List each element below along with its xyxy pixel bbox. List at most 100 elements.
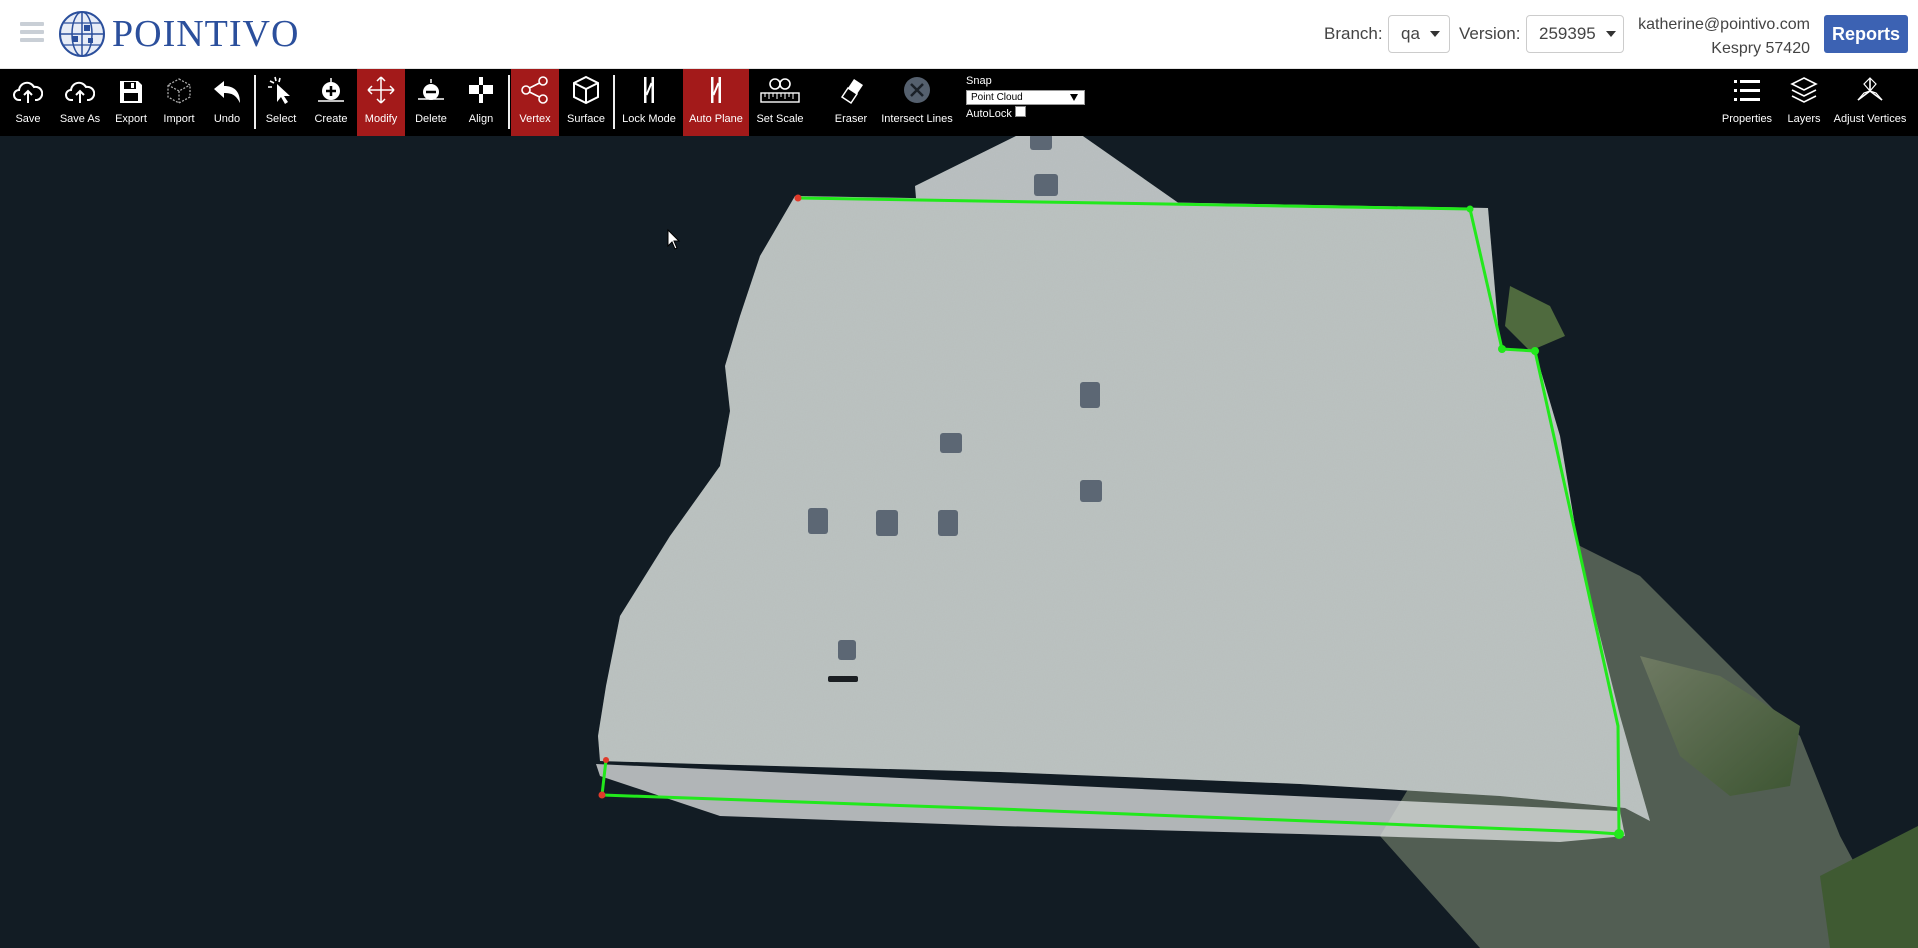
undo-button[interactable]: Undo <box>208 69 246 136</box>
version-select[interactable]: 259395 <box>1526 15 1624 53</box>
undo-label: Undo <box>213 113 241 125</box>
modify-button[interactable]: Modify <box>357 69 405 136</box>
properties-button[interactable]: Properties <box>1720 69 1774 136</box>
point-cloud-canvas[interactable] <box>0 136 1918 948</box>
surface-label: Surface <box>567 113 605 125</box>
import-button[interactable]: Import <box>160 69 198 136</box>
delete-label: Delete <box>415 113 447 125</box>
user-email: katherine@pointivo.com <box>1638 16 1810 33</box>
save-button[interactable]: Save <box>8 69 48 136</box>
version-label: Version: <box>1459 24 1521 43</box>
remove-circle-icon <box>418 79 444 100</box>
auto-plane-icon <box>711 77 721 103</box>
intersect-circle-icon <box>904 77 930 103</box>
adjust-vertices-icon <box>1857 77 1883 101</box>
list-icon[interactable] <box>20 22 44 44</box>
snap-value: Point Cloud <box>971 92 1023 103</box>
lock-mode-button[interactable]: Lock Mode <box>619 69 679 136</box>
reports-button[interactable]: Reports <box>1824 15 1908 53</box>
vertex-button[interactable]: Vertex <box>511 69 559 136</box>
modify-label: Modify <box>364 113 398 125</box>
cube-icon <box>573 75 599 105</box>
save-as-button[interactable]: Save As <box>58 69 102 136</box>
adjust-vertices-label: Adjust Vertices <box>1833 113 1907 125</box>
cursor-pointer-icon <box>268 76 290 104</box>
pointivo-logo[interactable]: POINTIVO <box>58 10 299 58</box>
adjust-vertices-button[interactable]: Adjust Vertices <box>1832 69 1908 136</box>
export-button[interactable]: Export <box>112 69 150 136</box>
surface-button[interactable]: Surface <box>564 69 608 136</box>
globe-icon <box>59 11 105 57</box>
intersect-lines-label: Intersect Lines <box>881 113 953 125</box>
select-label: Select <box>265 113 297 125</box>
layers-button[interactable]: Layers <box>1784 69 1824 136</box>
snap-select[interactable]: Point Cloud <box>966 90 1085 105</box>
vertex-handle[interactable] <box>1614 829 1624 839</box>
vertex-handle[interactable] <box>1466 205 1474 213</box>
chevron-down-icon <box>1429 31 1440 37</box>
move-arrows-icon <box>367 76 395 104</box>
vegetation <box>1505 286 1565 351</box>
vertex-handle[interactable] <box>794 194 802 202</box>
align-icon <box>469 77 493 103</box>
select-button[interactable]: Select <box>262 69 300 136</box>
vertex-handle[interactable] <box>1498 345 1506 353</box>
properties-label: Properties <box>1721 113 1773 125</box>
auto-plane-button[interactable]: Auto Plane <box>683 69 749 136</box>
cloud-upload-icon <box>65 81 95 103</box>
vertex-handle[interactable] <box>1531 347 1539 355</box>
list-icon <box>1734 80 1760 101</box>
vertex-share-icon <box>521 76 548 104</box>
mouse-cursor-icon <box>667 228 681 250</box>
ruler-chain-icon <box>760 78 800 103</box>
branch-select[interactable]: qa <box>1388 15 1450 53</box>
save-as-label: Save As <box>59 113 101 125</box>
undo-arrow-icon <box>214 81 240 103</box>
lock-mode-icon <box>644 77 654 103</box>
create-button[interactable]: Create <box>312 69 350 136</box>
export-label: Export <box>115 113 147 125</box>
set-scale-button[interactable]: Set Scale <box>753 69 807 136</box>
dropdown-arrow-icon <box>1070 94 1078 101</box>
logo-text: POINTIVO <box>112 13 300 55</box>
align-label: Align <box>468 113 494 125</box>
roof-texture <box>598 196 1650 821</box>
eraser-button[interactable]: Eraser <box>828 69 874 136</box>
add-circle-icon <box>318 78 344 102</box>
import-label: Import <box>163 113 195 125</box>
cube-wireframe-icon <box>167 78 191 104</box>
branch-label: Branch: <box>1324 24 1383 43</box>
intersect-lines-button[interactable]: Intersect Lines <box>880 69 954 136</box>
floppy-disk-icon <box>120 81 142 103</box>
layers-label: Layers <box>1787 113 1821 125</box>
eraser-icon <box>840 79 863 105</box>
toolbar-divider <box>613 75 615 129</box>
chevron-down-icon <box>1605 31 1616 37</box>
save-label: Save <box>15 113 41 125</box>
branch-value: qa <box>1401 24 1420 43</box>
point-cloud-viewport[interactable] <box>0 136 1918 948</box>
autolock-option: AutoLock <box>966 105 1086 120</box>
vertex-label: Vertex <box>519 113 551 125</box>
autolock-label: AutoLock <box>966 108 1012 120</box>
set-scale-label: Set Scale <box>756 113 804 125</box>
layers-icon <box>1790 77 1818 103</box>
version-value: 259395 <box>1539 24 1596 43</box>
align-button[interactable]: Align <box>462 69 500 136</box>
snap-title: Snap <box>966 75 992 87</box>
toolbar-divider <box>254 75 256 129</box>
vertex-handle[interactable] <box>598 791 606 799</box>
lock-mode-label: Lock Mode <box>622 113 676 125</box>
delete-button[interactable]: Delete <box>412 69 450 136</box>
toolbar-divider <box>508 75 510 129</box>
vertex-handle[interactable] <box>603 757 609 763</box>
auto-plane-label: Auto Plane <box>689 113 743 125</box>
eraser-label: Eraser <box>834 113 868 125</box>
main-toolbar: Save Save As Export Import Undo Select C… <box>0 69 1918 136</box>
create-label: Create <box>314 113 348 125</box>
snap-panel: Snap Point Cloud AutoLock <box>966 75 1086 120</box>
autolock-checkbox[interactable] <box>1014 105 1026 117</box>
cloud-upload-icon <box>13 81 43 103</box>
user-company: Kespry 57420 <box>1711 40 1810 57</box>
app-header: POINTIVO Branch: qa Version: 259395 kath… <box>0 0 1918 69</box>
